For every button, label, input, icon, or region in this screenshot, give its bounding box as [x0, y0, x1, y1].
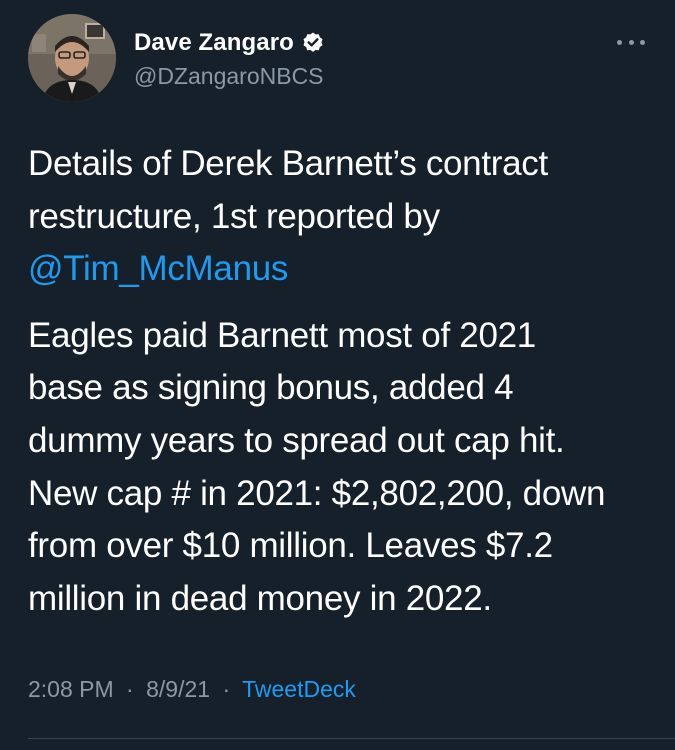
display-name-row: Dave Zangaro — [134, 26, 325, 60]
tweet-header: Dave Zangaro @DZangaroNBCS — [28, 12, 647, 104]
tweet-line: Eagles paid Barnett most of 2021 — [28, 315, 536, 355]
dot — [640, 39, 645, 45]
dot — [628, 39, 634, 45]
tweet-paragraph-2: Eagles paid Barnett most of 2021 base as… — [28, 310, 658, 626]
tweet-paragraph-1: Details of Derek Barnett’s contract rest… — [28, 138, 658, 296]
tweet-time[interactable]: 2:08 PM — [28, 676, 114, 702]
tweet-line: @Tim_McManus — [28, 243, 658, 296]
tweet-line: base as signing bonus, added 4 — [28, 368, 514, 408]
tweet-meta: 2:08 PM · 8/9/21 · TweetDeck — [28, 676, 356, 703]
profile-photo-icon — [28, 14, 116, 102]
mention-link[interactable]: @Tim_McManus — [28, 249, 288, 288]
ellipsis-icon[interactable] — [617, 36, 645, 48]
tweet-line: Details of Derek Barnett’s contract — [28, 144, 548, 183]
author-names: Dave Zangaro @DZangaroNBCS — [134, 26, 325, 90]
tweet-line: million in dead money in 2022. — [28, 578, 492, 618]
tweet-date[interactable]: 8/9/21 — [146, 676, 210, 702]
author-handle[interactable]: @DZangaroNBCS — [134, 63, 325, 90]
tweet-line: restructure, 1st reported by — [28, 196, 440, 236]
display-name[interactable]: Dave Zangaro — [134, 29, 294, 57]
tweet-text: Details of Derek Barnett’s contract rest… — [28, 138, 658, 625]
meta-separator: · — [222, 676, 231, 702]
tweet-line: dummy years to spread out cap hit. — [28, 420, 565, 460]
tweet-source-link[interactable]: TweetDeck — [242, 676, 356, 702]
dot — [617, 39, 622, 45]
divider — [28, 738, 675, 739]
avatar[interactable] — [28, 14, 116, 102]
tweet-card: Dave Zangaro @DZangaroNBCS Details of De… — [0, 0, 675, 750]
tweet-line: New cap # in 2021: $2,802,200, down — [28, 473, 606, 513]
verified-badge-icon — [301, 31, 325, 55]
meta-separator: · — [126, 676, 134, 702]
tweet-line: from over $10 million. Leaves $7.2 — [28, 526, 553, 566]
